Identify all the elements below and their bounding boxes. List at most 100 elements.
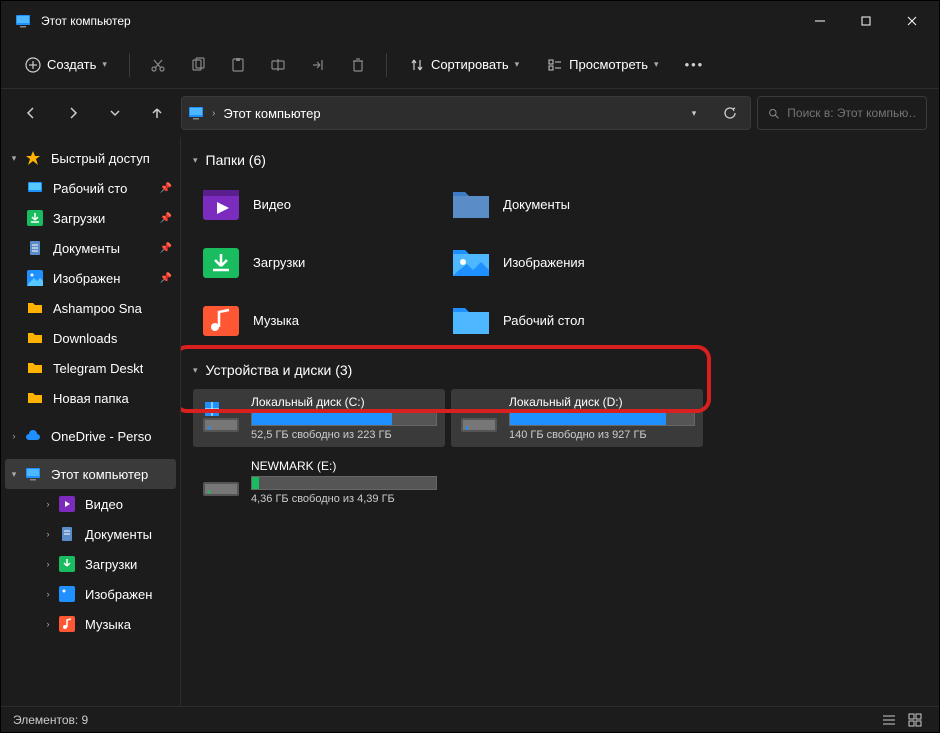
folder-desktop[interactable]: Рабочий стол <box>443 291 693 349</box>
chevron-right-icon: › <box>212 108 215 119</box>
music-icon <box>59 616 75 632</box>
grid-icon <box>908 713 922 727</box>
drive-free-text: 140 ГБ свободно из 927 ГБ <box>509 429 695 441</box>
folder-icon <box>27 300 43 316</box>
chevron-down-icon: ▾ <box>515 59 520 70</box>
forward-button[interactable] <box>55 95 91 131</box>
document-icon <box>59 526 75 542</box>
sidebar-pictures[interactable]: Изображен📌 <box>1 263 180 293</box>
sort-button[interactable]: Сортировать ▾ <box>397 48 531 82</box>
pc-icon <box>15 13 31 29</box>
download-icon <box>27 210 43 226</box>
up-button[interactable] <box>139 95 175 131</box>
drive-usage-bar <box>251 476 437 490</box>
sort-icon <box>409 57 425 73</box>
addr-dropdown-button[interactable]: ▾ <box>680 108 708 119</box>
paste-icon <box>230 57 246 73</box>
paste-button[interactable] <box>220 48 256 82</box>
picture-icon <box>27 270 43 286</box>
cut-icon <box>150 57 166 73</box>
folder-pictures[interactable]: Изображения <box>443 233 693 291</box>
details-view-button[interactable] <box>877 710 901 730</box>
sidebar-documents2[interactable]: ›Документы <box>1 519 180 549</box>
sidebar-downloads2[interactable]: Downloads <box>1 323 180 353</box>
more-button[interactable]: ••• <box>675 48 715 82</box>
chevron-right-icon: › <box>41 529 55 539</box>
maximize-button[interactable] <box>843 1 889 41</box>
ellipsis-icon: ••• <box>685 57 705 72</box>
pin-icon: 📌 <box>160 183 172 194</box>
cut-button[interactable] <box>140 48 176 82</box>
download-icon <box>59 556 75 572</box>
sidebar-documents[interactable]: Документы📌 <box>1 233 180 263</box>
sidebar-quick-access[interactable]: ▾Быстрый доступ <box>1 143 180 173</box>
search-input[interactable] <box>787 106 916 120</box>
chevron-down-icon: ▾ <box>692 108 697 119</box>
search-box[interactable] <box>757 96 927 130</box>
folder-music[interactable]: Музыка <box>193 291 443 349</box>
rename-button[interactable] <box>260 48 296 82</box>
sidebar-newfolder[interactable]: Новая папка <box>1 383 180 413</box>
minimize-button[interactable] <box>797 1 843 41</box>
sidebar-video[interactable]: ›Видео <box>1 489 180 519</box>
breadcrumb-root[interactable]: Этот компьютер <box>223 106 320 121</box>
folder-icon <box>27 330 43 346</box>
desktop-folder-icon <box>451 300 491 340</box>
pictures-folder-icon <box>451 242 491 282</box>
status-bar: Элементов: 9 <box>1 706 939 732</box>
drive-item[interactable]: Локальный диск (D:)140 ГБ свободно из 92… <box>451 389 703 447</box>
drive-usage-bar <box>509 412 695 426</box>
document-icon <box>27 240 43 256</box>
drive-name: Локальный диск (C:) <box>251 395 437 409</box>
search-icon <box>768 107 779 120</box>
sidebar: ▾Быстрый доступ Рабочий сто📌 Загрузки📌 Д… <box>1 137 181 706</box>
status-count: Элементов: 9 <box>13 713 88 727</box>
chevron-right-icon: › <box>7 431 21 441</box>
history-button[interactable] <box>97 95 133 131</box>
sidebar-onedrive[interactable]: ›OneDrive - Perso <box>1 421 180 451</box>
pin-icon: 📌 <box>160 213 172 224</box>
group-drives-header[interactable]: ▾Устройства и диски (3) <box>193 355 927 385</box>
navbar: › Этот компьютер ▾ <box>1 89 939 137</box>
list-icon <box>882 713 896 727</box>
tiles-view-button[interactable] <box>903 710 927 730</box>
folder-video[interactable]: Видео <box>193 175 443 233</box>
video-folder-icon <box>201 184 241 224</box>
sidebar-this-pc[interactable]: ▾Этот компьютер <box>5 459 176 489</box>
copy-button[interactable] <box>180 48 216 82</box>
downloads-folder-icon <box>201 242 241 282</box>
chevron-down-icon: ▾ <box>102 59 107 70</box>
refresh-button[interactable] <box>716 106 744 120</box>
chevron-down-icon: ▾ <box>193 365 198 376</box>
sidebar-desktop[interactable]: Рабочий сто📌 <box>1 173 180 203</box>
drive-item[interactable]: NEWMARK (E:)4,36 ГБ свободно из 4,39 ГБ <box>193 453 445 511</box>
sidebar-music[interactable]: ›Музыка <box>1 609 180 639</box>
drive-icon <box>201 462 241 502</box>
chevron-right-icon: › <box>41 619 55 629</box>
drive-item[interactable]: Локальный диск (C:) 52,5 ГБ свободно из 2… <box>193 389 445 447</box>
pin-icon: 📌 <box>160 273 172 284</box>
sidebar-telegram[interactable]: Telegram Deskt <box>1 353 180 383</box>
folder-downloads[interactable]: Загрузки <box>193 233 443 291</box>
toolbar: Создать ▾ Сортировать ▾ Просмотреть ▾ ••… <box>1 41 939 89</box>
close-button[interactable] <box>889 1 935 41</box>
sidebar-downloads3[interactable]: ›Загрузки <box>1 549 180 579</box>
video-icon <box>59 496 75 512</box>
documents-folder-icon <box>451 184 491 224</box>
delete-button[interactable] <box>340 48 376 82</box>
create-button[interactable]: Создать ▾ <box>13 48 119 82</box>
sidebar-pictures2[interactable]: ›Изображен <box>1 579 180 609</box>
picture-icon <box>59 586 75 602</box>
address-bar[interactable]: › Этот компьютер ▾ <box>181 96 751 130</box>
chevron-down-icon: ▾ <box>654 59 659 70</box>
back-button[interactable] <box>13 95 49 131</box>
folder-documents[interactable]: Документы <box>443 175 693 233</box>
chevron-right-icon: › <box>41 499 55 509</box>
sidebar-ashampoo[interactable]: Ashampoo Sna <box>1 293 180 323</box>
drive-free-text: 52,5 ГБ свободно из 223 ГБ <box>251 429 437 441</box>
share-button[interactable] <box>300 48 336 82</box>
view-button[interactable]: Просмотреть ▾ <box>535 48 670 82</box>
group-folders-header[interactable]: ▾Папки (6) <box>193 145 927 175</box>
pc-icon <box>25 466 41 482</box>
sidebar-downloads[interactable]: Загрузки📌 <box>1 203 180 233</box>
